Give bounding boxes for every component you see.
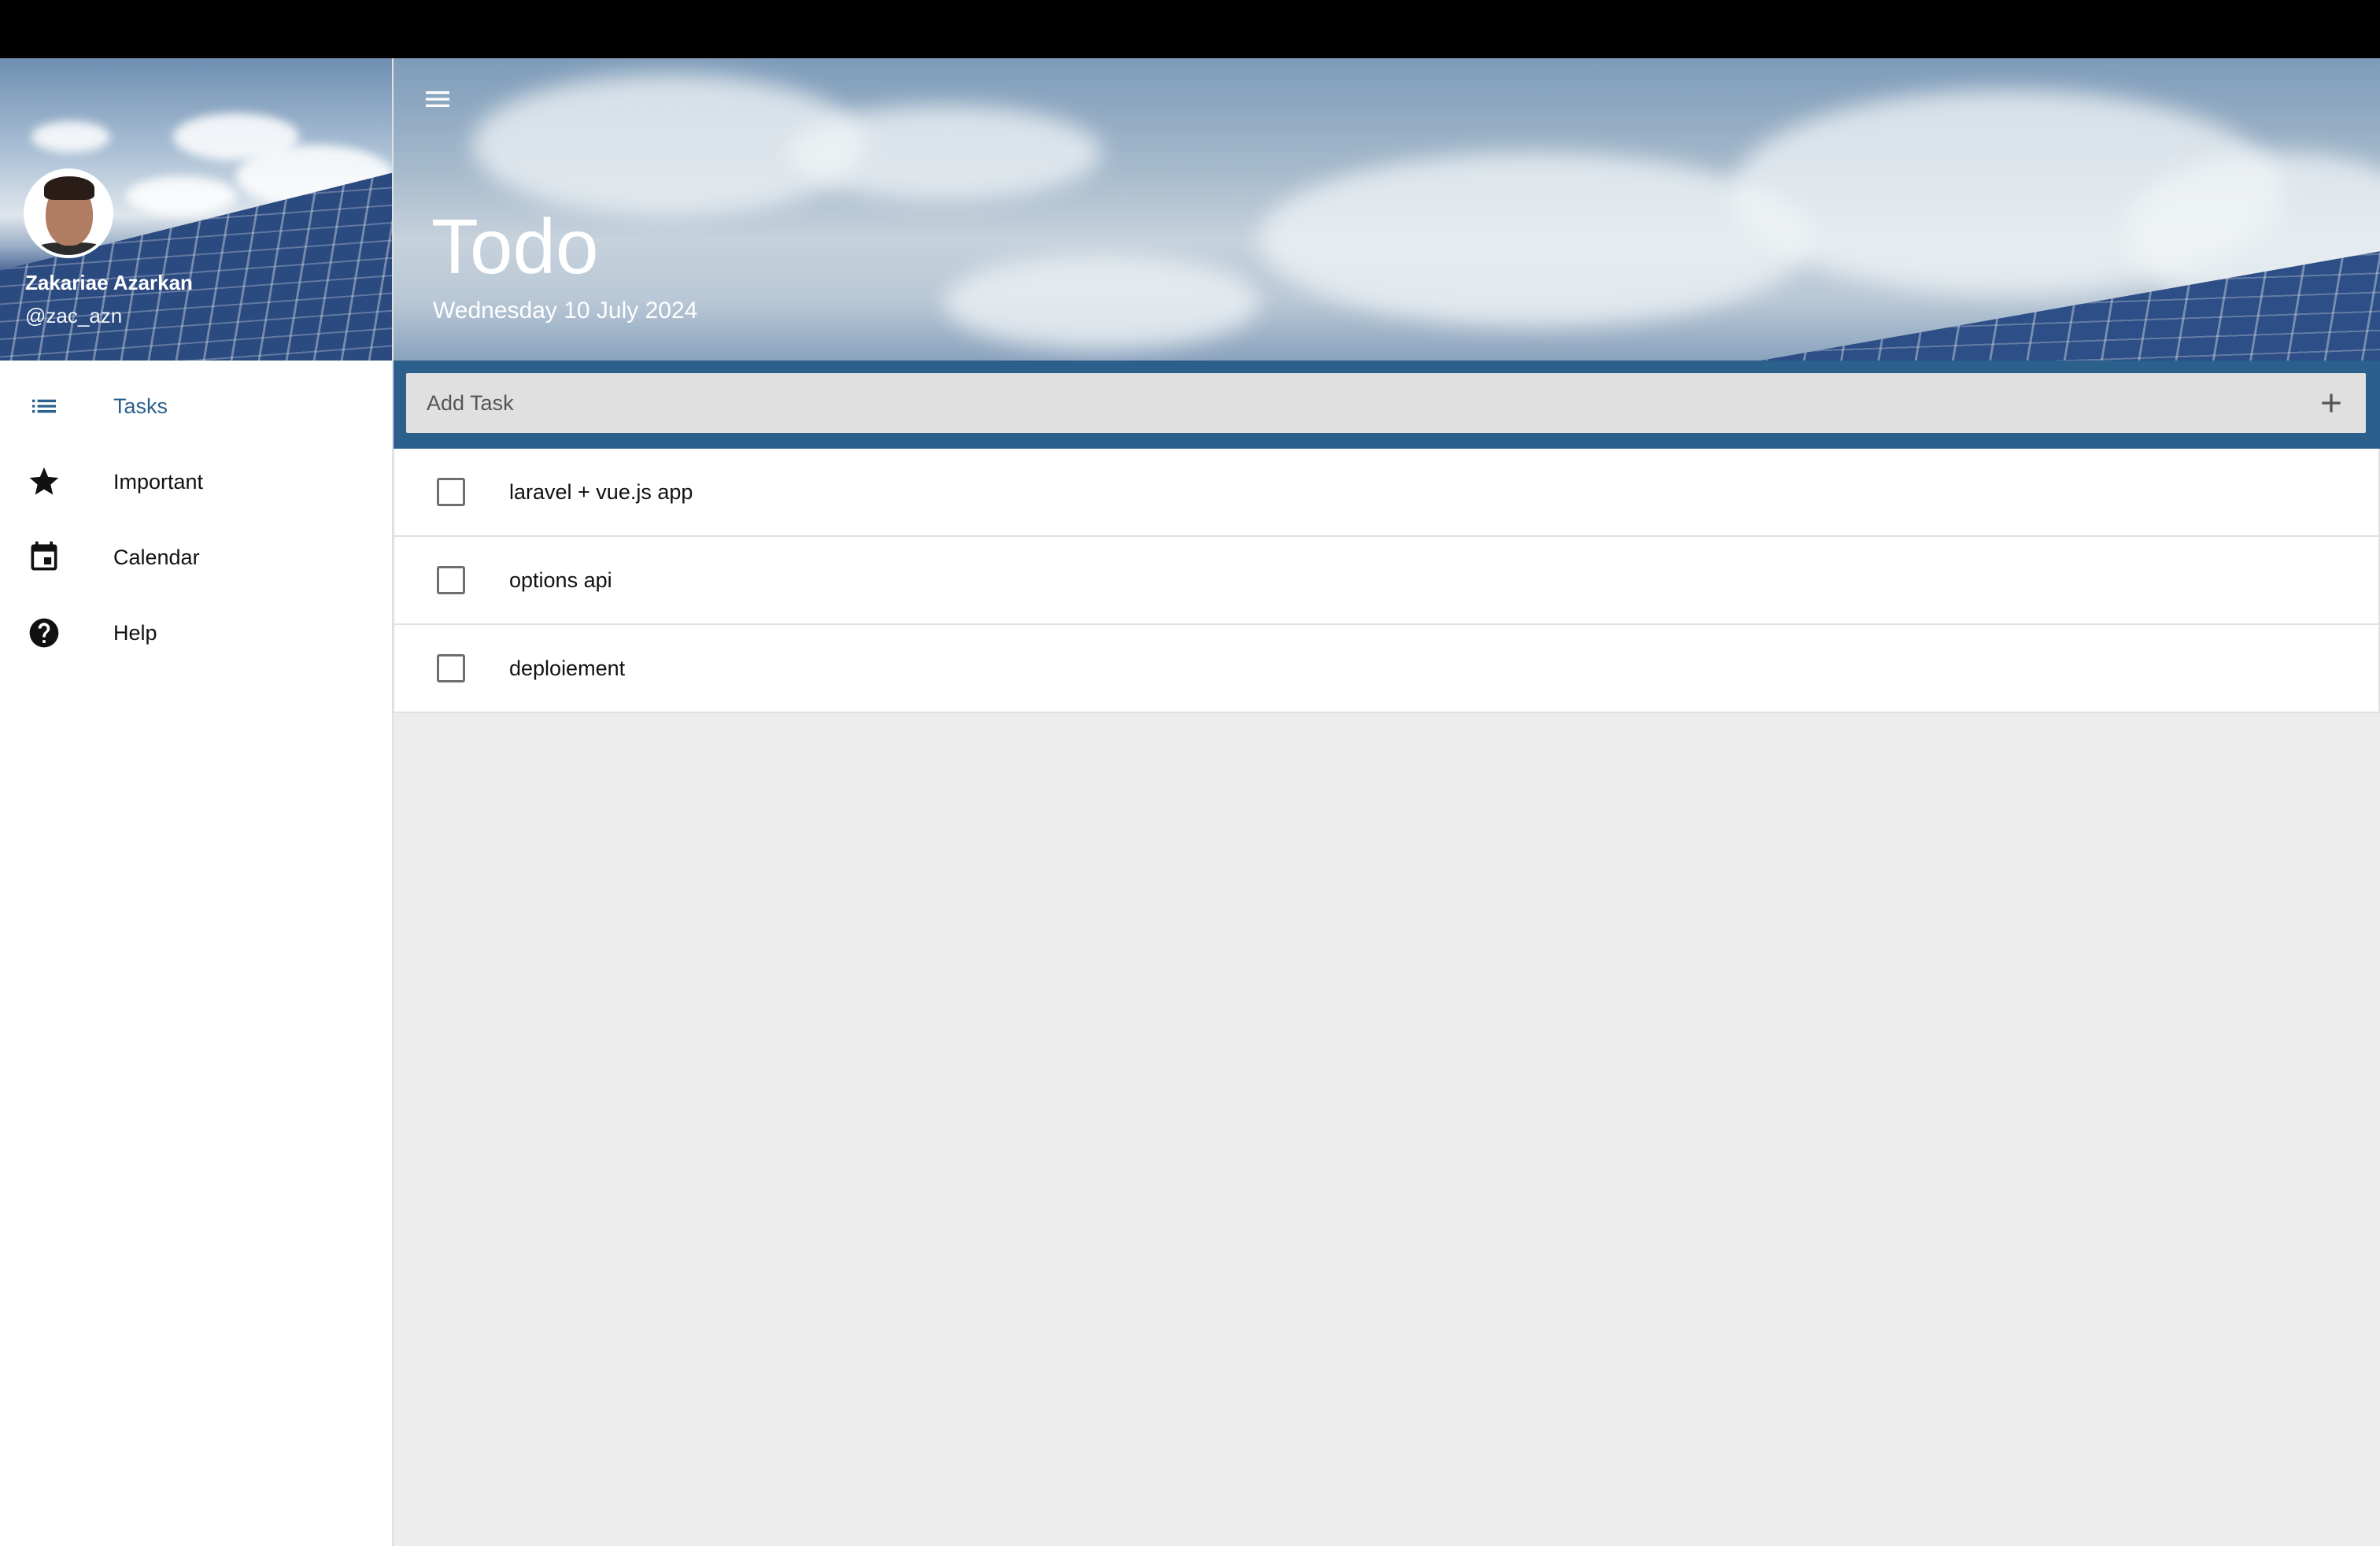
list-icon	[27, 389, 61, 423]
task-checkbox[interactable]	[437, 566, 465, 594]
sidebar: Zakariae Azarkan @zac_azn Tasks Importan…	[0, 58, 394, 1546]
system-top-bar	[0, 0, 2380, 58]
menu-button[interactable]	[417, 79, 458, 120]
task-checkbox[interactable]	[437, 478, 465, 506]
page-title: Todo	[431, 203, 599, 290]
add-task-input[interactable]	[425, 390, 2301, 416]
task-row[interactable]: laravel + vue.js app	[394, 449, 2380, 537]
task-text: deploiement	[509, 656, 626, 680]
main-content: Todo Wednesday 10 July 2024 laravel + vu…	[394, 58, 2380, 1546]
sidebar-item-label: Help	[113, 620, 157, 645]
sidebar-item-label: Important	[113, 469, 204, 494]
current-date: Wednesday 10 July 2024	[433, 298, 698, 324]
sidebar-item-label: Calendar	[113, 545, 200, 569]
task-text: laravel + vue.js app	[509, 479, 693, 504]
sidebar-item-help[interactable]: Help	[0, 595, 392, 671]
sidebar-item-important[interactable]: Important	[0, 444, 392, 520]
user-handle: @zac_azn	[25, 304, 123, 327]
add-task-button[interactable]	[2312, 384, 2350, 422]
add-task-bar	[394, 361, 2380, 449]
help-circle-icon	[27, 616, 61, 650]
sidebar-nav: Tasks Important Calendar Help	[0, 368, 392, 671]
user-name: Zakariae Azarkan	[25, 271, 193, 294]
calendar-icon	[27, 540, 61, 575]
sidebar-item-label: Tasks	[113, 394, 168, 418]
sidebar-item-calendar[interactable]: Calendar	[0, 520, 392, 595]
header-banner: Todo Wednesday 10 July 2024	[394, 58, 2380, 361]
task-row[interactable]: options api	[394, 537, 2380, 625]
task-list: laravel + vue.js app options api deploie…	[394, 449, 2380, 713]
plus-icon	[2322, 394, 2341, 412]
avatar	[24, 168, 113, 258]
sidebar-item-tasks[interactable]: Tasks	[0, 368, 392, 444]
task-checkbox[interactable]	[437, 654, 465, 682]
hamburger-menu-icon	[426, 91, 449, 107]
task-text: options api	[509, 568, 612, 592]
star-icon	[27, 464, 61, 499]
add-task-field	[406, 373, 2366, 433]
sidebar-header: Zakariae Azarkan @zac_azn	[0, 58, 392, 361]
task-row[interactable]: deploiement	[394, 625, 2380, 713]
